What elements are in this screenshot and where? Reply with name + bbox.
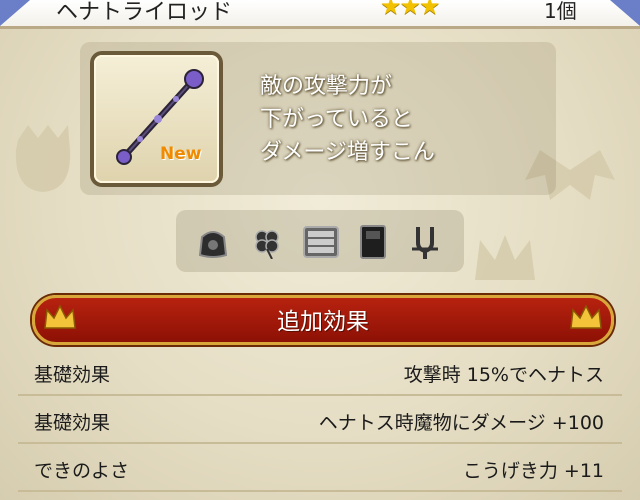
effect-row: 基礎効果 攻撃時 15%でヘナトス — [18, 350, 622, 396]
description-line: ダメージ増すこん — [260, 140, 435, 165]
effect-value: こうげき力 +11 — [462, 460, 604, 482]
corner-ornament — [610, 0, 640, 26]
effect-label: できのよさ — [34, 460, 130, 482]
clover-icon[interactable] — [246, 225, 288, 259]
bag-icon[interactable] — [192, 225, 234, 259]
effect-label: 基礎効果 — [34, 364, 111, 386]
fork-icon[interactable] — [404, 225, 446, 259]
crown-icon — [570, 304, 602, 329]
effect-label: 基礎効果 — [34, 412, 111, 434]
corner-ornament — [0, 0, 30, 26]
rarity-stars: ★★★ — [380, 0, 441, 20]
description-line: 下がっていると — [260, 107, 413, 132]
additional-effects-banner: 追加効果 — [32, 295, 614, 345]
slime-ghost-icon — [15, 125, 71, 192]
drawer-icon[interactable] — [300, 225, 342, 259]
item-description: 敵の攻撃力が 下がっていると ダメージ増すこん — [260, 70, 540, 169]
item-count: 1個 — [544, 0, 577, 23]
item-usage-icons — [176, 210, 464, 272]
effect-row: 基礎効果 ヘナトス時魔物にダメージ +100 — [18, 398, 622, 444]
effect-value: ヘナトス時魔物にダメージ +100 — [318, 412, 604, 434]
banner-title: 追加効果 — [277, 309, 369, 335]
item-name: ヘナトライロッド — [56, 0, 233, 25]
book-icon[interactable] — [352, 225, 394, 259]
effect-row: できのよさ こうげき力 +11 — [18, 446, 622, 492]
description-line: 敵の攻撃力が — [260, 74, 393, 99]
crown-ghost-icon — [475, 235, 535, 280]
new-badge: New — [160, 144, 202, 164]
item-title-bar: ヘナトライロッド ★★★ 1個 — [0, 0, 640, 29]
effect-value: 攻撃時 15%でヘナトス — [403, 364, 604, 386]
